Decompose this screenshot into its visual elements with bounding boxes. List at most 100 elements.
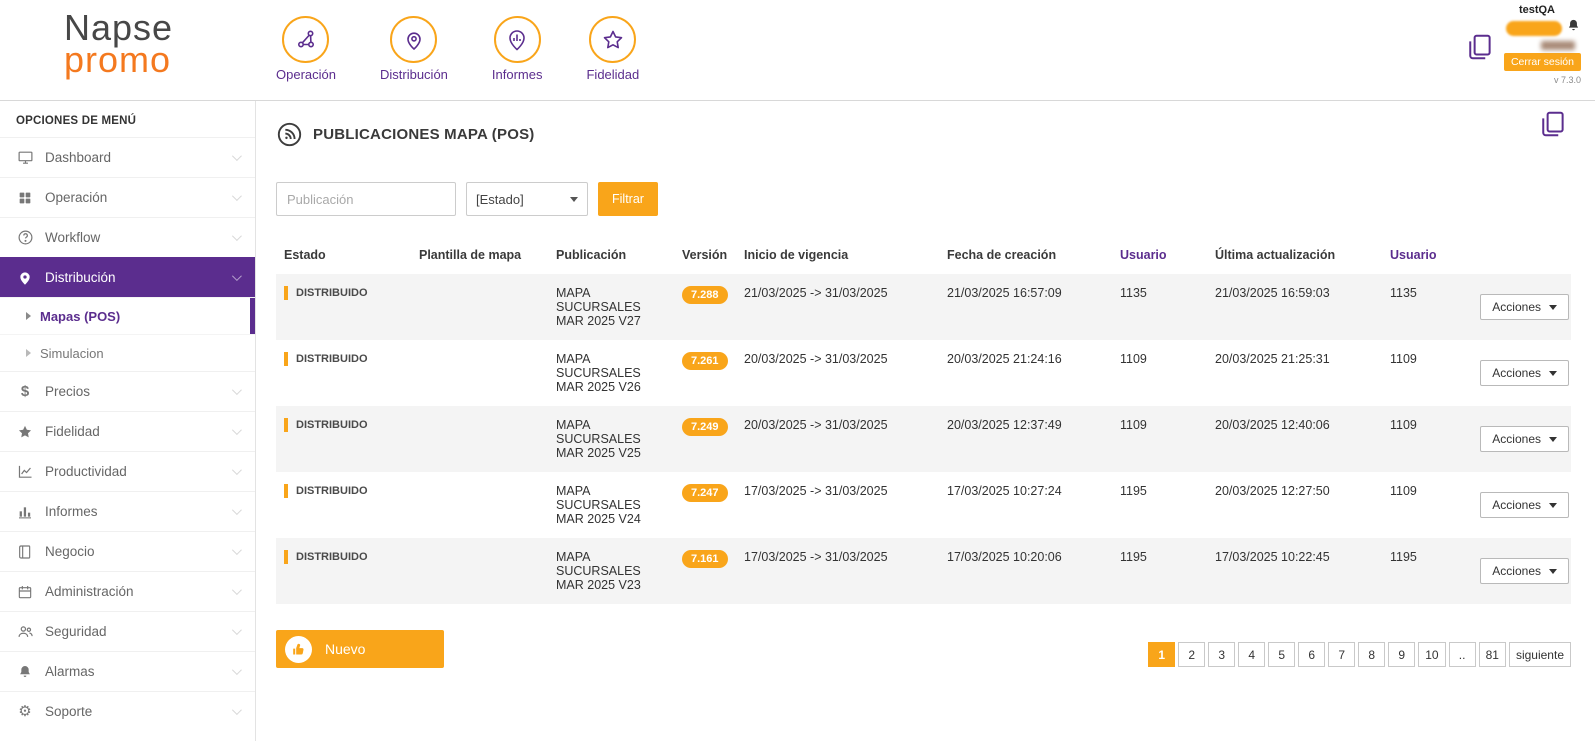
sidebar-item-administracion[interactable]: Administración bbox=[0, 571, 255, 611]
sidebar-item-workflow[interactable]: Workflow bbox=[0, 217, 255, 257]
acciones-button[interactable]: Acciones bbox=[1480, 426, 1569, 452]
version-pill: 7.261 bbox=[682, 352, 728, 370]
sidebar-title: OPCIONES DE MENÚ bbox=[0, 101, 255, 137]
pages-icon[interactable] bbox=[1464, 32, 1494, 100]
actualizacion-cell: 20/03/2025 12:40:06 bbox=[1207, 406, 1382, 472]
sidebar-item-precios[interactable]: $ Precios bbox=[0, 371, 255, 411]
page-button-4[interactable]: 4 bbox=[1238, 642, 1265, 667]
sidebar: OPCIONES DE MENÚ Dashboard Operación bbox=[0, 101, 256, 741]
chevron-down-icon bbox=[232, 585, 242, 595]
version-pill: 7.247 bbox=[682, 484, 728, 502]
sidebar-item-fidelidad[interactable]: Fidelidad bbox=[0, 411, 255, 451]
version-pill: 7.249 bbox=[682, 418, 728, 436]
plantilla-cell bbox=[411, 340, 548, 406]
user-name: testQA bbox=[1519, 4, 1555, 16]
page-button-81[interactable]: 81 bbox=[1479, 642, 1506, 667]
chevron-down-icon bbox=[232, 665, 242, 675]
page-button-2[interactable]: 2 bbox=[1178, 642, 1205, 667]
topnav-label: Distribución bbox=[380, 67, 448, 82]
version-pill: 7.161 bbox=[682, 550, 728, 568]
col-usuario-1[interactable]: Usuario bbox=[1112, 240, 1207, 274]
app-version: v 7.3.0 bbox=[1554, 75, 1581, 85]
acciones-button[interactable]: Acciones bbox=[1480, 294, 1569, 320]
topnav-distribucion[interactable]: Distribución bbox=[380, 16, 448, 100]
plantilla-cell bbox=[411, 406, 548, 472]
logo-promo: promo bbox=[64, 40, 256, 80]
topnav-fidelidad[interactable]: Fidelidad bbox=[586, 16, 639, 100]
actualizacion-cell: 20/03/2025 21:25:31 bbox=[1207, 340, 1382, 406]
sidebar-item-distribucion[interactable]: Distribución bbox=[0, 257, 255, 297]
estado-badge: DISTRIBUIDO bbox=[284, 550, 403, 564]
plantilla-cell bbox=[411, 274, 548, 340]
page-button-10[interactable]: 10 bbox=[1418, 642, 1445, 667]
chevron-down-icon bbox=[232, 425, 242, 435]
line-chart-icon bbox=[16, 463, 34, 480]
col-actualizacion: Última actualización bbox=[1207, 240, 1382, 274]
sidebar-subitem-mapas-pos[interactable]: Mapas (POS) bbox=[0, 297, 255, 334]
acciones-button[interactable]: Acciones bbox=[1480, 492, 1569, 518]
filtrar-button[interactable]: Filtrar bbox=[598, 182, 658, 216]
publicacion-cell: MAPA SUCURSALES MAR 2025 V25 bbox=[548, 406, 674, 472]
sidebar-subitem-simulacion[interactable]: Simulacion bbox=[0, 334, 255, 371]
acciones-label: Acciones bbox=[1492, 432, 1541, 446]
publicacion-input[interactable] bbox=[276, 182, 456, 216]
logo[interactable]: Napse promo bbox=[0, 0, 256, 100]
vigencia-cell: 20/03/2025 -> 31/03/2025 bbox=[736, 406, 939, 472]
sidebar-item-dashboard[interactable]: Dashboard bbox=[0, 137, 255, 177]
acciones-button[interactable]: Acciones bbox=[1480, 360, 1569, 386]
network-icon bbox=[282, 16, 329, 63]
sidebar-item-informes[interactable]: Informes bbox=[0, 491, 255, 531]
page-button-7[interactable]: 7 bbox=[1328, 642, 1355, 667]
dollar-icon: $ bbox=[16, 384, 34, 399]
nuevo-button[interactable]: Nuevo bbox=[276, 630, 444, 668]
sidebar-item-seguridad[interactable]: Seguridad bbox=[0, 611, 255, 651]
topnav-operacion[interactable]: Operación bbox=[276, 16, 336, 100]
topnav-informes[interactable]: Informes bbox=[492, 16, 543, 100]
pages-icon[interactable] bbox=[1537, 109, 1567, 144]
page-button-ellipsis[interactable]: .. bbox=[1449, 642, 1476, 667]
sidebar-item-operacion[interactable]: Operación bbox=[0, 177, 255, 217]
chevron-right-icon bbox=[26, 349, 31, 357]
page-button-8[interactable]: 8 bbox=[1358, 642, 1385, 667]
acciones-button[interactable]: Acciones bbox=[1480, 558, 1569, 584]
creacion-cell: 20/03/2025 12:37:49 bbox=[939, 406, 1112, 472]
sidebar-item-label: Productividad bbox=[45, 464, 127, 479]
sidebar-item-alarmas[interactable]: Alarmas bbox=[0, 651, 255, 691]
page-button-6[interactable]: 6 bbox=[1298, 642, 1325, 667]
logout-button[interactable]: Cerrar sesión bbox=[1504, 53, 1581, 71]
sidebar-item-label: Operación bbox=[45, 190, 107, 205]
chevron-down-icon bbox=[232, 545, 242, 555]
page-button-1[interactable]: 1 bbox=[1148, 642, 1175, 667]
estado-select[interactable]: [Estado] bbox=[466, 182, 588, 216]
caret-down-icon bbox=[1549, 503, 1557, 508]
chevron-down-icon bbox=[570, 197, 578, 202]
sidebar-item-soporte[interactable]: ⚙ Soporte bbox=[0, 691, 255, 731]
blurred-username-badge bbox=[1506, 21, 1562, 36]
col-usuario-2[interactable]: Usuario bbox=[1382, 240, 1470, 274]
users-icon bbox=[16, 623, 34, 640]
chevron-right-icon bbox=[26, 312, 31, 320]
bell-icon[interactable] bbox=[1566, 18, 1581, 38]
usuario-creacion-cell: 1109 bbox=[1112, 340, 1207, 406]
publications-table: Estado Plantilla de mapa Publicación Ver… bbox=[276, 240, 1571, 604]
actualizacion-cell: 21/03/2025 16:59:03 bbox=[1207, 274, 1382, 340]
sidebar-item-label: Workflow bbox=[45, 230, 100, 245]
sidebar-item-label: Informes bbox=[45, 504, 98, 519]
top-nav: Operación Distribución Informes bbox=[276, 0, 639, 100]
map-pin-icon bbox=[16, 270, 34, 286]
page-button-3[interactable]: 3 bbox=[1208, 642, 1235, 667]
caret-down-icon bbox=[1549, 371, 1557, 376]
page-button-9[interactable]: 9 bbox=[1388, 642, 1415, 667]
page-button-5[interactable]: 5 bbox=[1268, 642, 1295, 667]
vigencia-cell: 21/03/2025 -> 31/03/2025 bbox=[736, 274, 939, 340]
usuario-creacion-cell: 1195 bbox=[1112, 538, 1207, 604]
usuario-actualizacion-cell: 1195 bbox=[1382, 538, 1470, 604]
creacion-cell: 17/03/2025 10:20:06 bbox=[939, 538, 1112, 604]
chevron-down-icon bbox=[232, 505, 242, 515]
sidebar-item-negocio[interactable]: Negocio bbox=[0, 531, 255, 571]
page-button-siguiente[interactable]: siguiente bbox=[1509, 642, 1571, 667]
bar-chart-icon bbox=[16, 504, 34, 520]
sidebar-item-productividad[interactable]: Productividad bbox=[0, 451, 255, 491]
page-title: PUBLICACIONES MAPA (POS) bbox=[313, 126, 534, 143]
usuario-actualizacion-cell: 1109 bbox=[1382, 406, 1470, 472]
